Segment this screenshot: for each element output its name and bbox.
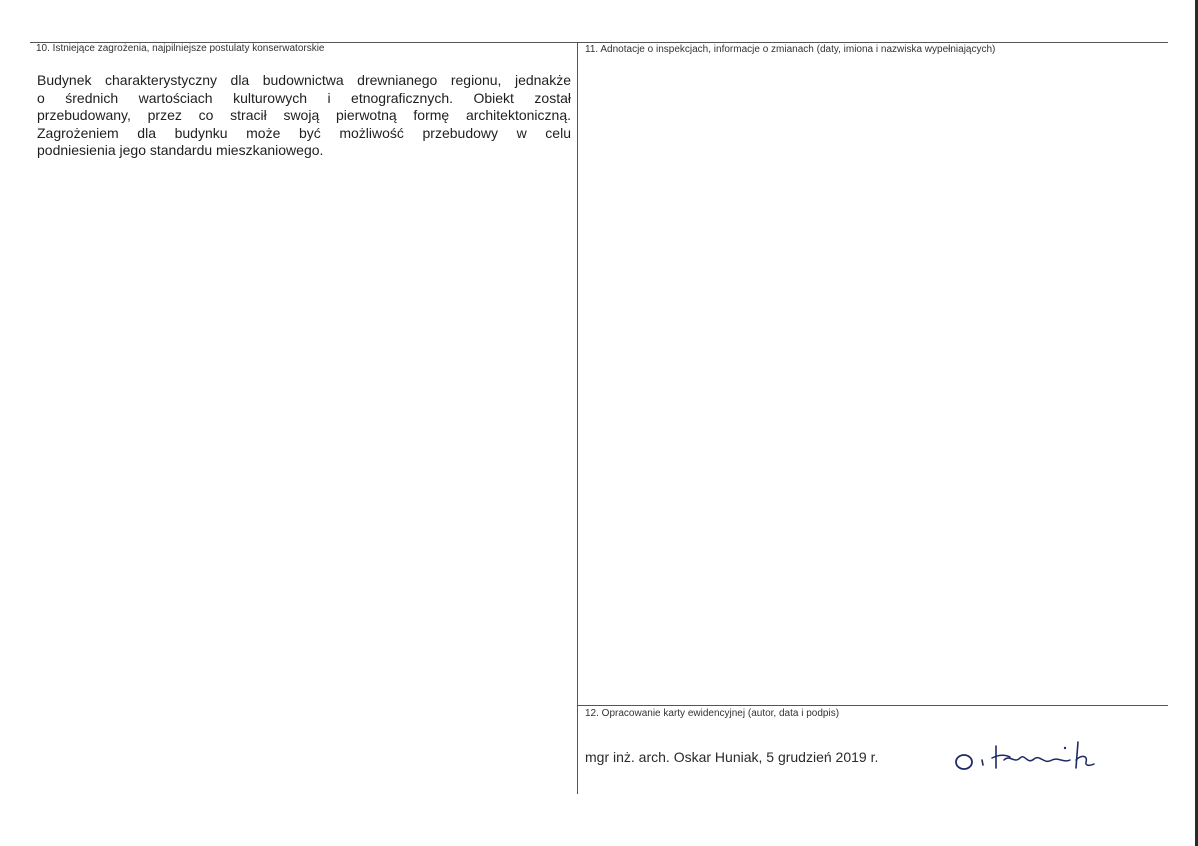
document-page: 10. Istniejące zagrożenia, najpilniejsze… [0,0,1198,846]
section10-line: przebudowany, przez co stracił swoją pie… [37,107,571,124]
section10-text: Budynek charakterystyczny dla budownictw… [37,72,571,160]
section12-rule [577,705,1168,706]
section10-line: Zagrożeniem dla budynku może być możliwo… [37,124,571,141]
column-divider [577,42,578,794]
section12-label: 12. Opracowanie karty ewidencyjnej (auto… [585,708,840,719]
handwritten-signature-icon [955,741,1095,770]
section10-label: 10. Istniejące zagrożenia, najpilniejsze… [36,43,325,54]
section10-line: o średnich wartościach kulturowych i etn… [37,89,571,106]
author-line: mgr inż. arch. Oskar Huniak, 5 grudzień … [585,749,879,765]
section11-label: 11. Adnotacje o inspekcjach, informacje … [585,44,996,55]
section10-line: podniesienia jego standardu mieszkaniowe… [37,142,324,159]
section10-line: Budynek charakterystyczny dla budownictw… [37,72,571,88]
